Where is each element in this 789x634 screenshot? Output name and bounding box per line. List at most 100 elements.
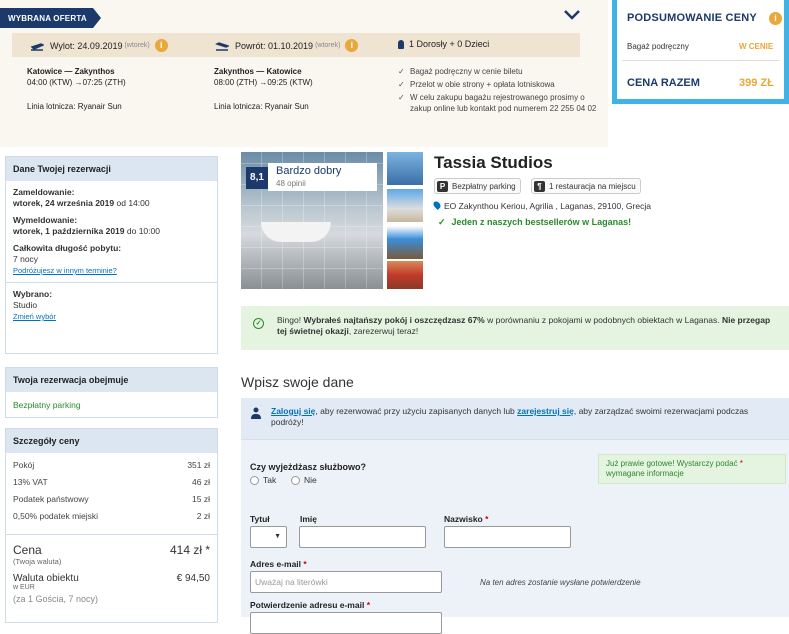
price-total-sub: (Twoja waluta) <box>13 557 62 566</box>
business-yes-radio[interactable]: Tak <box>250 475 276 485</box>
return-label: Powrót: 01.10.2019 <box>235 40 314 51</box>
includes-title: Twoja rezerwacja obejmuje <box>6 368 217 392</box>
change-choice-link[interactable]: Zmień wybór <box>13 312 56 321</box>
summary-total-value: 399 ZŁ <box>739 77 774 89</box>
checkout-time: do 10:00 <box>126 226 160 236</box>
amenity-restaurant: ¶ 1 restauracja na miejscu <box>531 178 641 194</box>
outbound-details: Katowice — Zakynthos 04:00 (KTW) →07:25 … <box>27 66 126 112</box>
last-name-input[interactable] <box>444 526 571 548</box>
summary-title: PODSUMOWANIE CENY <box>627 12 757 24</box>
register-link[interactable]: zarejestruj się <box>517 406 574 416</box>
checkin-label: Zameldowanie: <box>13 187 75 197</box>
flight-header-bar: Wylot: 24.09.2019 (wtorek) i Powrót: 01.… <box>12 33 580 57</box>
email-confirm-input[interactable] <box>250 612 442 634</box>
email-input[interactable]: Uważaj na literówki <box>250 571 442 593</box>
restaurant-icon: ¶ <box>534 180 545 192</box>
deal-text: Bingo! Wybrałeś najtańszy pokój i oszczę… <box>277 315 771 336</box>
price-total-row: Cena 414 zł * <box>13 543 210 557</box>
last-name-label: Nazwisko * <box>444 514 489 524</box>
length-value: 7 nocy <box>13 254 39 264</box>
email-label: Adres e-mail * <box>250 559 307 569</box>
rating-count[interactable]: 48 opinii <box>276 179 306 188</box>
rating-label: Bardzo dobry <box>276 165 342 177</box>
price-row: Pokój 351 zł <box>13 460 210 470</box>
outbound-route: Katowice — Zakynthos <box>27 67 115 76</box>
local-currency-row: Waluta obiektu € 94,50 <box>13 573 210 584</box>
passengers: 1 Dorosły + 0 Dzieci <box>398 39 489 49</box>
first-name-input[interactable] <box>299 526 426 548</box>
hotel-thumbnail[interactable] <box>387 226 423 259</box>
check-circle-icon: ✓ <box>253 318 264 329</box>
return-times: 08:00 (ZTH) →09:25 (KTW) <box>214 78 313 87</box>
inclusion-item: W celu zakupu bagażu rejestrowanego pros… <box>398 92 598 114</box>
login-link[interactable]: Zaloguj się <box>271 406 315 416</box>
return-details: Zakynthos — Katowice 08:00 (ZTH) →09:25 … <box>214 66 313 112</box>
local-label: Waluta obiektu <box>13 573 79 584</box>
business-trip-question: Czy wyjeżdżasz służbowo? <box>250 462 367 472</box>
chevron-down-icon[interactable] <box>563 8 581 22</box>
reservation-details-box: Dane Twojej rezerwacji Zameldowanie: wto… <box>5 156 218 354</box>
email-confirm-label: Potwierdzenie adresu e-mail * <box>250 600 371 610</box>
inclusion-item: Bagaż podręczny w cenie biletu <box>398 66 598 77</box>
return-airline: Linia lotnicza: Ryanair Sun <box>214 102 309 111</box>
price-summary: PODSUMOWANIE CENY i Bagaż podręczny W CE… <box>612 0 789 104</box>
local-value: € 94,50 <box>176 573 210 584</box>
hotel-thumbnail[interactable] <box>387 261 423 289</box>
info-icon[interactable]: i <box>769 12 782 25</box>
summary-bag-label: Bagaż podręczny <box>627 42 689 51</box>
return-route: Zakynthos — Katowice <box>214 67 302 76</box>
plane-takeoff-icon <box>30 42 44 51</box>
reservation-title: Dane Twojej rezerwacji <box>6 157 217 181</box>
login-text: Zaloguj się, aby rezerwować przy użyciu … <box>271 406 749 427</box>
includes-box: Twoja rezerwacja obejmuje Bezpłatny park… <box>5 367 218 418</box>
business-no-radio[interactable]: Nie <box>291 475 317 485</box>
summary-total-label: CENA RAZEM <box>627 77 700 89</box>
selected-offer-badge: WYBRANA OFERTA <box>0 8 101 28</box>
passengers-label: 1 Dorosły + 0 Dzieci <box>409 39 490 49</box>
chosen-value: Studio <box>13 300 38 310</box>
checkin-time: od 14:00 <box>116 198 150 208</box>
price-total-label: Cena <box>13 543 42 557</box>
parking-icon: P <box>437 180 448 192</box>
outbound-label: Wylot: 24.09.2019 <box>50 40 123 51</box>
outbound-header: Wylot: 24.09.2019 (wtorek) i <box>30 39 168 52</box>
price-row: Podatek państwowy 15 zł <box>13 494 210 504</box>
length-label: Całkowita długość pobytu: <box>13 243 122 253</box>
outbound-times: 04:00 (KTW) →07:25 (ZTH) <box>27 78 126 87</box>
guests-note: (za 1 Gościa, 7 nocy) <box>13 594 99 604</box>
map-pin-icon <box>432 200 442 210</box>
return-day: (wtorek) <box>315 42 341 49</box>
inclusion-item: Przelot w obie strony + opłata lotniskow… <box>398 79 598 90</box>
form-title: Wpisz swoje dane <box>241 374 354 390</box>
hotel-thumbnail[interactable] <box>387 189 423 222</box>
amenity-parking: P Bezpłatny parking <box>434 178 521 194</box>
outbound-airline: Linia lotnicza: Ryanair Sun <box>27 102 122 111</box>
chosen-label: Wybrano: <box>13 289 53 299</box>
summary-bag-value: W CENIE <box>739 42 774 51</box>
title-label: Tytuł <box>250 514 270 524</box>
hotel-thumbnail[interactable] <box>387 152 423 185</box>
local-sub: w EUR <box>13 584 35 591</box>
bestseller-note: ✓ Jeden z naszych bestsellerów w Laganas! <box>438 217 632 227</box>
title-select[interactable]: ▼ <box>250 526 287 548</box>
includes-item: Bezpłatny parking <box>13 400 81 410</box>
info-icon[interactable]: i <box>154 39 168 52</box>
checkout-date: wtorek, 1 października 2019 <box>13 226 125 236</box>
checkin-date: wtorek, 24 września 2019 <box>13 198 115 208</box>
divider <box>622 60 779 61</box>
almost-done-note: Już prawie gotowe! Wystarczy podać * wyma… <box>598 454 786 484</box>
inclusions-list: Bagaż podręczny w cenie biletu Przelot w… <box>398 66 598 116</box>
hotel-address[interactable]: EO Zakynthou Keriou, Agrilia , Laganas, … <box>432 200 651 211</box>
price-total-value: 414 zł * <box>169 543 210 557</box>
hotel-name: Tassia Studios <box>434 153 553 172</box>
check-icon: ✓ <box>438 217 446 227</box>
price-row: 0,50% podatek miejski 2 zł <box>13 511 210 521</box>
user-icon <box>251 407 261 419</box>
info-icon[interactable]: i <box>345 39 359 52</box>
outbound-day: (wtorek) <box>124 42 150 49</box>
checkout-label: Wymeldowanie: <box>13 215 78 225</box>
price-title: Szczegóły ceny <box>6 429 217 453</box>
person-icon <box>398 39 404 49</box>
other-dates-link[interactable]: Podróżujesz w innym terminie? <box>13 266 117 275</box>
first-name-label: Imię <box>300 514 318 524</box>
